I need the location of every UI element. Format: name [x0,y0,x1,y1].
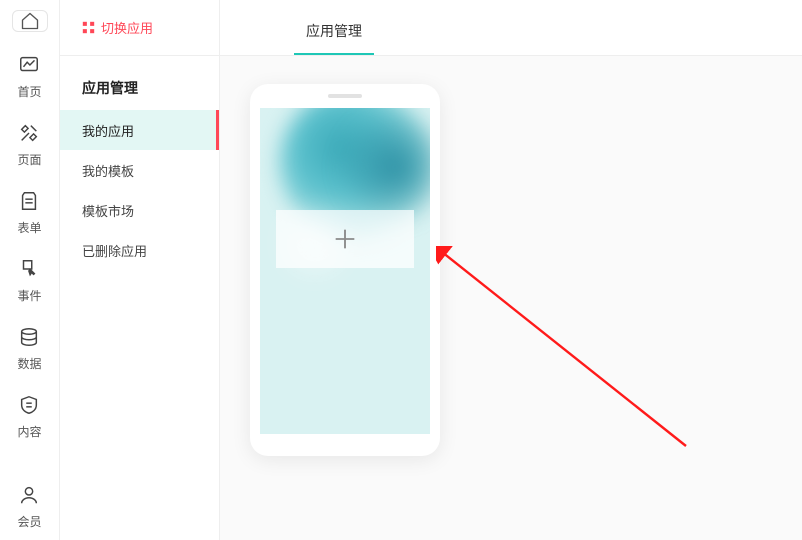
main: 应用管理 [220,0,802,540]
annotation-arrow [436,246,696,456]
canvas [220,56,802,540]
phone-screen [260,108,430,434]
phone-speaker [328,94,362,98]
sidebar-item-my-apps[interactable]: 我的应用 [60,110,219,150]
tab-app-management[interactable]: 应用管理 [300,21,368,55]
database-icon [18,326,40,351]
switch-app-button[interactable]: 切换应用 [60,0,219,56]
rail-item-label: 表单 [17,219,41,236]
chart-icon [18,54,40,79]
rail-item-label: 事件 [17,287,41,304]
shield-icon [18,394,40,419]
rail-item-label: 会员 [17,513,41,530]
rail-item-page[interactable]: 页面 [17,122,41,168]
rail-item-content[interactable]: 内容 [17,394,41,440]
rail-item-home[interactable]: 首页 [17,54,41,100]
form-icon [18,190,40,215]
rail-item-member[interactable]: 会员 [17,484,41,530]
rail-item-data[interactable]: 数据 [17,326,41,372]
user-icon [18,484,40,509]
rail-item-label: 数据 [17,355,41,372]
nav-rail: 首页 页面 表单 事件 数据 内容 会员 ¥ [0,0,60,540]
tabs: 应用管理 [220,0,802,56]
sidebar-item-my-templates[interactable]: 我的模板 [60,150,219,190]
rail-item-label: 页面 [17,151,41,168]
rail-item-label: 内容 [17,423,41,440]
rail-item-form[interactable]: 表单 [17,190,41,236]
home-icon [20,11,40,31]
tools-icon [18,122,40,147]
rail-item-event[interactable]: 事件 [17,258,41,304]
plus-icon [331,225,359,253]
home-button[interactable] [12,10,48,32]
phone-mockup [250,84,440,456]
sidebar-item-template-market[interactable]: 模板市场 [60,190,219,230]
sidebar-list: 我的应用 我的模板 模板市场 已删除应用 [60,110,219,270]
grid-icon [82,21,95,34]
sidebar-title: 应用管理 [60,56,219,110]
switch-app-label: 切换应用 [101,18,153,37]
add-app-button[interactable] [276,210,414,268]
sidebar-item-deleted-apps[interactable]: 已删除应用 [60,230,219,270]
event-icon [18,258,40,283]
rail-item-label: 首页 [17,83,41,100]
sidebar: 切换应用 应用管理 我的应用 我的模板 模板市场 已删除应用 [60,0,220,540]
